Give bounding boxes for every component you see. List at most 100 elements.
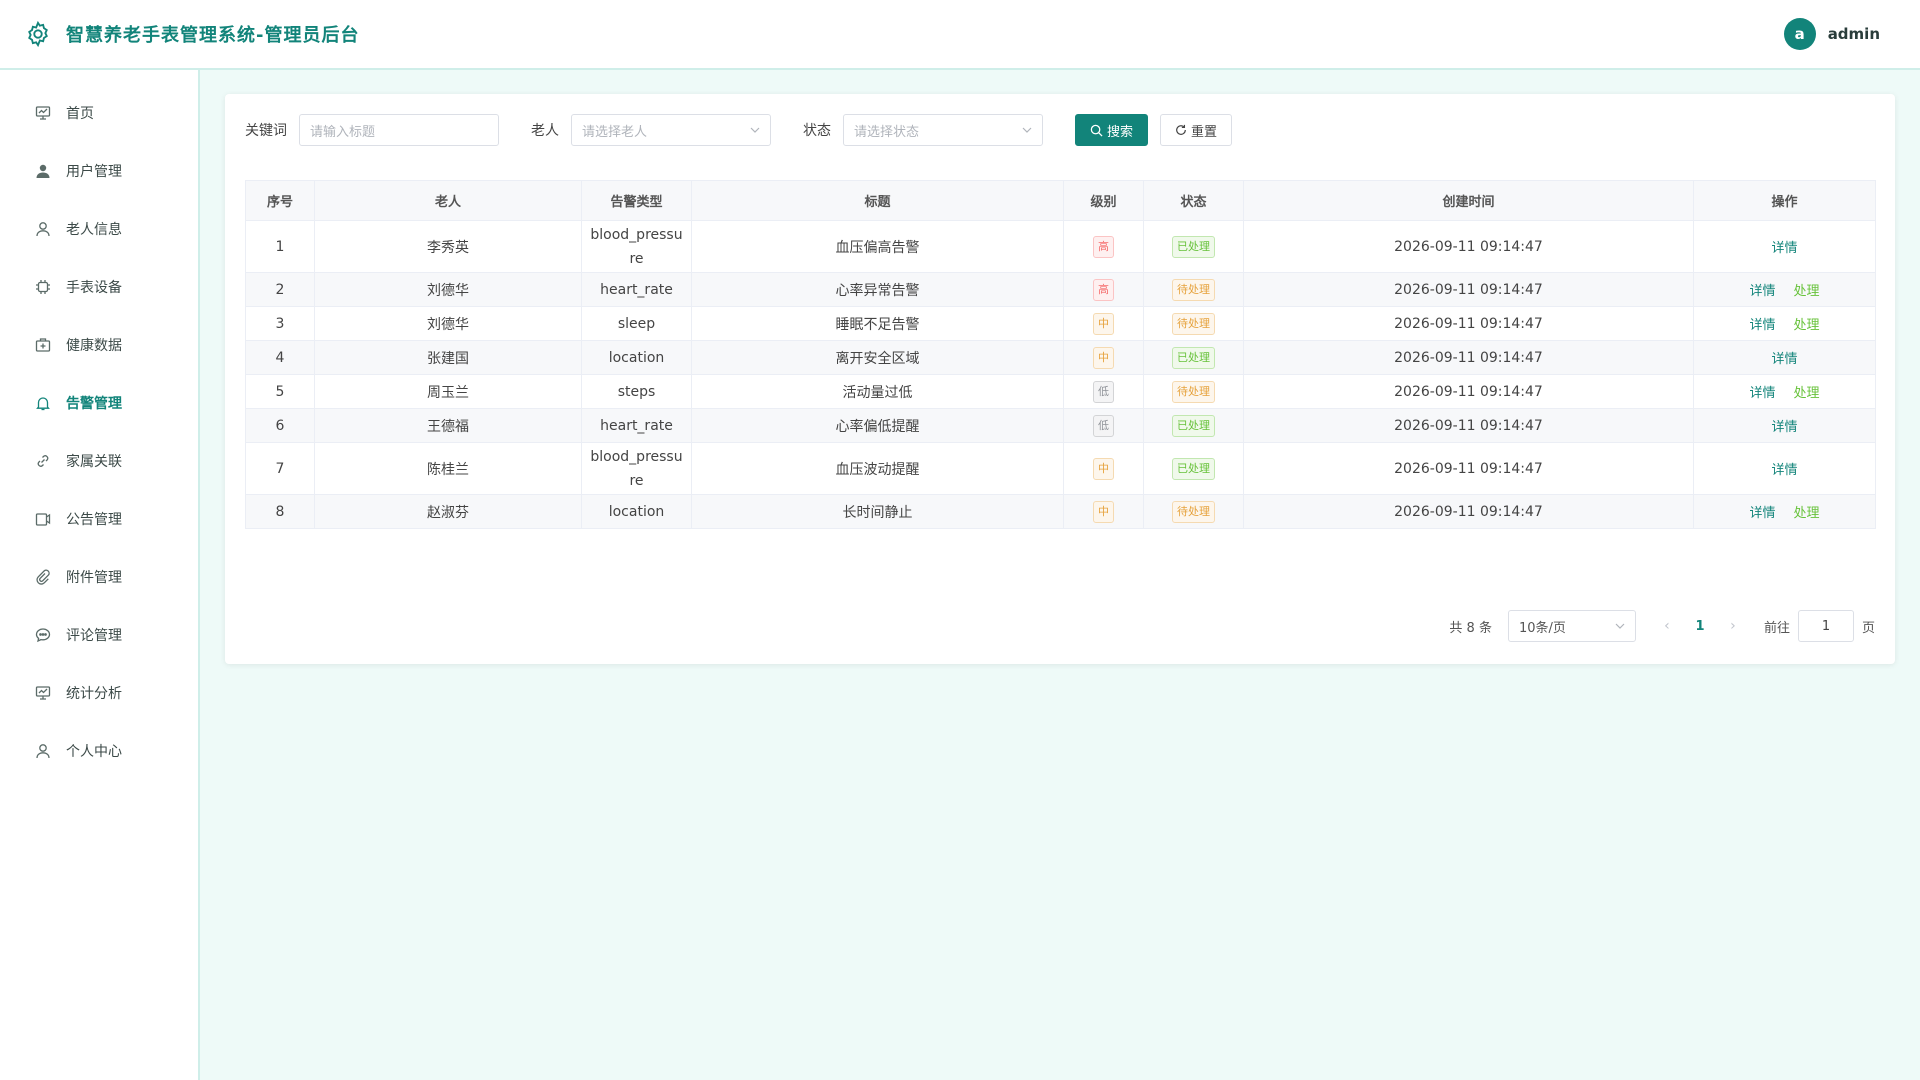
handle-link[interactable]: 处理	[1794, 382, 1820, 401]
sidebar-item-1[interactable]: 用户管理	[0, 142, 198, 200]
status-badge: 待处理	[1172, 278, 1215, 301]
elder-label: 老人	[531, 123, 559, 139]
goto-label: 前往	[1763, 620, 1790, 636]
elder-name: 王德福	[427, 418, 469, 435]
status-label: 状态	[803, 123, 831, 139]
row-actions: 详情	[1694, 348, 1875, 367]
alert-title: 活动量过低	[842, 384, 913, 401]
column-header: 老人	[314, 180, 582, 221]
sidebar-item-8[interactable]: 附件管理	[0, 548, 198, 606]
next-page-button[interactable]: ›	[1726, 618, 1740, 634]
handle-link[interactable]: 处理	[1794, 314, 1820, 333]
alert-table: 序号 老人 告警类型 标题 级别 状态 创建时间 操作 1 李秀英 blood_pressure 血…	[245, 180, 1876, 529]
dashboard-icon	[34, 104, 52, 122]
sidebar: 首页 用户管理 老人信息手表设备健康数据告警管理家属关联 公告管理 附件管理评论管理统计…	[0, 70, 200, 1080]
detail-link[interactable]: 详情	[1749, 314, 1775, 333]
row-index: 7	[275, 460, 285, 477]
sidebar-item-11[interactable]: 个人中心	[0, 722, 198, 780]
alert-title: 心率异常告警	[835, 282, 920, 299]
sidebar-item-6[interactable]: 家属关联	[0, 432, 198, 490]
sidebar-item-label: 个人中心	[66, 744, 122, 760]
sidebar-item-3[interactable]: 手表设备	[0, 258, 198, 316]
level-badge: 高	[1093, 235, 1114, 258]
reset-button-label: 重置	[1191, 124, 1218, 140]
created-time: 2026-09-11 09:14:47	[1394, 460, 1543, 477]
chevron-down-icon	[1615, 623, 1625, 629]
sidebar-item-4[interactable]: 健康数据	[0, 316, 198, 374]
sidebar-item-label: 评论管理	[66, 628, 122, 644]
sidebar-item-0[interactable]: 首页	[0, 84, 198, 142]
search-button[interactable]: 搜索	[1075, 114, 1149, 146]
row-index: 8	[275, 503, 285, 520]
elder-select[interactable]: 请选择老人	[571, 114, 771, 146]
level-badge: 低	[1093, 414, 1114, 437]
alert-type: steps	[617, 383, 656, 400]
page-size-select[interactable]: 10条/页	[1507, 610, 1636, 642]
row-index: 2	[275, 281, 285, 298]
prev-page-button[interactable]: ‹	[1660, 618, 1674, 634]
elder-name: 刘德华	[427, 316, 469, 333]
sidebar-item-2[interactable]: 老人信息	[0, 200, 198, 258]
total-count: 共 8 条	[1449, 620, 1492, 636]
user-filled-icon	[34, 162, 52, 180]
chart-icon	[34, 684, 52, 702]
detail-link[interactable]: 详情	[1771, 416, 1797, 435]
created-time: 2026-09-11 09:14:47	[1394, 315, 1543, 332]
detail-link[interactable]: 详情	[1749, 502, 1775, 521]
refresh-icon	[1176, 124, 1186, 135]
goto-page-input[interactable]: 1	[1797, 610, 1854, 642]
sidebar-item-5[interactable]: 告警管理	[0, 374, 198, 432]
sidebar-item-label: 告警管理	[66, 396, 122, 412]
detail-link[interactable]: 详情	[1749, 382, 1775, 401]
created-time: 2026-09-11 09:14:47	[1394, 417, 1543, 434]
status-badge: 已处理	[1172, 457, 1215, 480]
chevron-down-icon	[1022, 127, 1032, 133]
page-suffix: 页	[1861, 620, 1875, 636]
paperclip-icon	[34, 568, 52, 586]
keyword-label: 关键词	[245, 123, 287, 139]
detail-link[interactable]: 详情	[1771, 348, 1797, 367]
sidebar-item-label: 健康数据	[66, 338, 122, 354]
app-title: 智慧养老手表管理系统-管理员后台	[66, 25, 360, 46]
handle-link[interactable]: 处理	[1794, 502, 1820, 521]
level-badge: 中	[1093, 346, 1114, 369]
status-placeholder: 请选择状态	[854, 124, 920, 140]
created-time: 2026-09-11 09:14:47	[1394, 383, 1543, 400]
level-badge: 中	[1093, 312, 1114, 335]
chip-icon	[34, 278, 52, 296]
alert-type: location	[608, 503, 665, 520]
sidebar-item-label: 手表设备	[66, 280, 122, 296]
user-name[interactable]: admin	[1828, 25, 1880, 43]
row-actions: 详情	[1694, 416, 1875, 435]
user-menu[interactable]: a admin	[1783, 18, 1880, 50]
detail-link[interactable]: 详情	[1771, 237, 1797, 256]
table-row: 6 王德福 heart_rate 心率偏低提醒 低 已处理 2026-09-11 09:14…	[245, 408, 1876, 443]
status-badge: 已处理	[1172, 414, 1215, 437]
keyword-placeholder: 请输入标题	[310, 124, 376, 140]
sidebar-item-9[interactable]: 评论管理	[0, 606, 198, 664]
keyword-input[interactable]: 请输入标题	[299, 114, 499, 146]
alert-type: blood_pressure	[590, 226, 683, 267]
sidebar-item-7[interactable]: 公告管理	[0, 490, 198, 548]
status-select[interactable]: 请选择状态	[843, 114, 1043, 146]
detail-link[interactable]: 详情	[1749, 280, 1775, 299]
alert-list-card: 关键词 请输入标题 老人 请选择老人 状态 请选择状态 搜索 重置 序号 老人 告警…	[225, 94, 1895, 664]
row-index: 6	[275, 417, 285, 434]
table-row: 2 刘德华 heart_rate 心率异常告警 高 待处理 2026-09-11 09:14…	[245, 272, 1876, 307]
handle-link[interactable]: 处理	[1794, 280, 1820, 299]
level-badge: 中	[1093, 500, 1114, 523]
sidebar-item-label: 统计分析	[66, 686, 122, 702]
table-row: 7 陈桂兰 blood_pressure 血压波动提醒 中 已处理 2026-09-11 0…	[245, 442, 1876, 495]
page-size-value: 10条/页	[1518, 620, 1566, 636]
sidebar-item-10[interactable]: 统计分析	[0, 664, 198, 722]
alert-type: heart_rate	[600, 281, 673, 298]
detail-link[interactable]: 详情	[1771, 459, 1797, 478]
notice-icon	[34, 510, 52, 528]
medical-box-icon	[34, 336, 52, 354]
alert-title: 血压偏高告警	[835, 239, 920, 256]
page-number[interactable]: 1	[1684, 619, 1716, 634]
avatar[interactable]: a	[1783, 18, 1816, 50]
table-row: 1 李秀英 blood_pressure 血压偏高告警 高 已处理 2026-09-11 0…	[245, 220, 1876, 273]
reset-button[interactable]: 重置	[1160, 114, 1233, 146]
elder-name: 陈桂兰	[427, 461, 469, 478]
